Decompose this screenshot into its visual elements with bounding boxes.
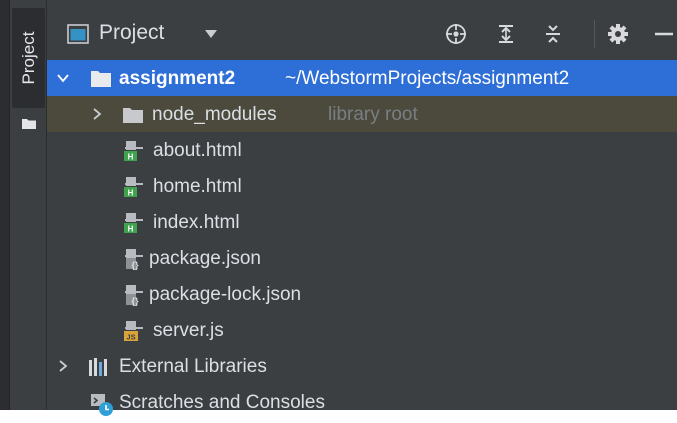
tree-row-file[interactable]: H home.html <box>47 168 677 204</box>
html-file-icon: H <box>124 213 143 234</box>
project-tool-tab[interactable]: Project <box>12 8 45 108</box>
chevron-right-icon[interactable] <box>57 360 69 372</box>
expand-all-icon[interactable] <box>495 23 517 45</box>
js-file-icon: JS <box>124 321 143 342</box>
folder-icon <box>123 108 143 123</box>
svg-text:JS: JS <box>126 333 135 342</box>
folder-icon[interactable] <box>22 118 36 129</box>
html-file-icon: H <box>124 177 143 198</box>
file-name: about.html <box>153 140 242 161</box>
tool-window-sidebar: Project <box>10 0 47 410</box>
tree-row-root[interactable]: assignment2 ~/WebstormProjects/assignmen… <box>47 60 677 96</box>
node-modules-name: node_modules <box>152 104 277 125</box>
tree-row-file[interactable]: JS server.js <box>47 312 677 348</box>
file-name: package-lock.json <box>149 284 302 305</box>
file-name: home.html <box>153 176 242 197</box>
tree-row-file[interactable]: {} package-lock.json <box>47 276 677 312</box>
tree-row-scratches[interactable]: Scratches and Consoles <box>47 384 677 420</box>
tree-row-node-modules[interactable]: node_modules library root <box>47 96 677 132</box>
chevron-right-icon[interactable] <box>91 108 103 120</box>
panel-title[interactable]: Project <box>99 21 164 45</box>
tree-row-file[interactable]: H index.html <box>47 204 677 240</box>
file-name: package.json <box>149 248 261 269</box>
root-folder-path: ~/WebstormProjects/assignment2 <box>285 68 570 89</box>
folder-icon <box>91 71 111 87</box>
scratches-icon <box>91 394 113 416</box>
tree-row-file[interactable]: H about.html <box>47 132 677 168</box>
window-edge <box>0 0 10 410</box>
tree-row-file[interactable]: {} package.json <box>47 240 677 276</box>
chevron-down-icon[interactable] <box>57 72 69 84</box>
scratches-label: Scratches and Consoles <box>119 392 325 413</box>
project-view-icon[interactable] <box>67 24 89 44</box>
svg-text:H: H <box>128 225 134 234</box>
external-libraries-label: External Libraries <box>119 356 267 377</box>
ide-window: Project Project assignment2 ~/WebstormPr… <box>0 0 677 416</box>
file-name: index.html <box>153 212 240 233</box>
minimize-icon[interactable] <box>653 23 673 45</box>
project-tool-tab-label: Project <box>18 31 38 85</box>
library-icon <box>89 358 107 376</box>
svg-text:{}: {} <box>131 296 139 306</box>
file-name: server.js <box>153 320 224 341</box>
project-panel: Project assignment2 ~/WebstormProjects/a… <box>47 0 677 416</box>
gear-icon[interactable] <box>607 23 629 45</box>
chevron-down-icon[interactable] <box>205 29 217 39</box>
json-file-icon: {} <box>125 249 143 270</box>
collapse-all-icon[interactable] <box>542 23 564 45</box>
svg-text:H: H <box>128 153 134 162</box>
json-file-icon: {} <box>125 285 143 306</box>
library-root-hint: library root <box>328 104 418 125</box>
html-file-icon: H <box>124 141 143 162</box>
locate-icon[interactable] <box>445 23 467 45</box>
panel-header: Project <box>47 0 677 66</box>
tree-row-external-libraries[interactable]: External Libraries <box>47 348 677 384</box>
svg-text:{}: {} <box>131 260 139 270</box>
svg-text:H: H <box>128 189 134 198</box>
toolbar-separator <box>594 20 595 48</box>
root-folder-name: assignment2 <box>119 68 236 89</box>
